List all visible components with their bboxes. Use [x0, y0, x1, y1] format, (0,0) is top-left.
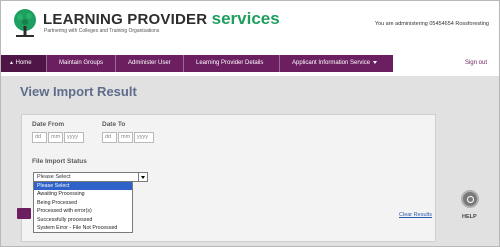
help-icon[interactable]: [461, 190, 479, 208]
nav-item-administer-user[interactable]: Administer User: [120, 55, 184, 72]
chevron-down-icon[interactable]: [138, 173, 147, 181]
brand-accent-text: services: [211, 9, 280, 28]
nav-item-label: Administer User: [128, 60, 171, 66]
dropdown-option[interactable]: Please Select: [34, 182, 132, 191]
chevron-down-icon: [373, 60, 378, 64]
help-label[interactable]: HELP: [462, 214, 477, 220]
nav-item-home[interactable]: ▲ Home: [1, 55, 47, 72]
date-from-day-input[interactable]: dd: [32, 132, 47, 143]
date-from-year-input[interactable]: yyyy: [64, 132, 84, 143]
nav-item-label: Maintain Groups: [59, 60, 104, 66]
date-to-month-input[interactable]: mm: [118, 132, 133, 143]
tree-logo-icon: [14, 9, 36, 37]
nav-item-learning-provider-details[interactable]: Learning Provider Details: [188, 55, 280, 72]
date-to-day-input[interactable]: dd: [102, 132, 117, 143]
page-title: View Import Result: [20, 84, 137, 99]
nav-bar: ▲ Home Maintain Groups Administer User L…: [1, 55, 393, 72]
dropdown-option[interactable]: Successfully processed: [34, 216, 132, 224]
dropdown-option[interactable]: Being Processed: [34, 199, 132, 207]
status-dropdown-list: Please Select Awaiting Processing Being …: [33, 181, 133, 234]
file-import-status-label: File Import Status: [32, 158, 87, 165]
header: LEARNING PROVIDER services Partnering wi…: [1, 1, 499, 53]
home-icon: ▲: [9, 60, 14, 66]
dropdown-option[interactable]: Awaiting Processing: [34, 190, 132, 198]
nav-item-applicant-information-service[interactable]: Applicant Information Service: [284, 55, 393, 72]
administering-text: You are administering 05454654 Rossfores…: [374, 21, 489, 27]
nav-item-label: Home: [15, 60, 32, 66]
signout-link[interactable]: Sign out: [465, 55, 487, 72]
status-select-value: Please Select: [37, 174, 71, 180]
brand-title: LEARNING PROVIDER services: [43, 9, 280, 29]
nav-item-maintain-groups[interactable]: Maintain Groups: [51, 55, 116, 72]
app-window: LEARNING PROVIDER services Partnering wi…: [0, 0, 500, 247]
date-to-year-input[interactable]: yyyy: [134, 132, 154, 143]
date-from-month-input[interactable]: mm: [48, 132, 63, 143]
dropdown-option[interactable]: System Error - File Not Processed: [34, 224, 132, 232]
clear-results-link[interactable]: Clear Results: [399, 212, 432, 218]
date-to-label: Date To: [102, 121, 126, 128]
brand-main-text: LEARNING PROVIDER: [43, 11, 212, 28]
dropdown-option[interactable]: Processed with error(s): [34, 207, 132, 215]
nav-item-label: Applicant Information Service: [292, 60, 371, 66]
brand-tagline: Partnering with Colleges and Training Or…: [44, 28, 160, 34]
nav-item-label: Learning Provider Details: [196, 60, 264, 66]
search-button[interactable]: [17, 208, 31, 219]
date-from-label: Date From: [32, 121, 65, 128]
main-nav: ▲ Home Maintain Groups Administer User L…: [1, 55, 499, 72]
